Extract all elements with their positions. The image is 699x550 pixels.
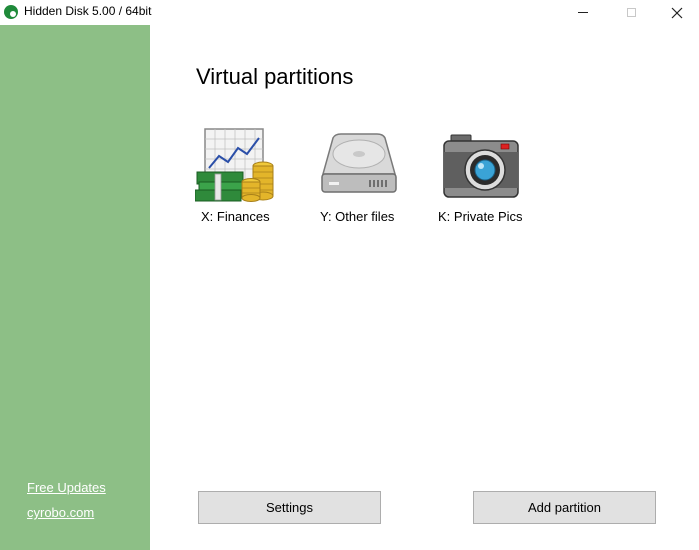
close-icon [671, 7, 683, 18]
app-logo-icon [4, 5, 18, 19]
close-button[interactable] [654, 0, 699, 25]
maximize-icon [626, 8, 636, 17]
finances-chart-money-icon [195, 128, 274, 202]
website-link[interactable]: cyrobo.com [27, 505, 94, 520]
add-partition-button[interactable]: Add partition [473, 491, 656, 524]
settings-button[interactable]: Settings [198, 491, 381, 524]
maximize-button[interactable] [608, 0, 654, 25]
hard-drive-icon [321, 133, 397, 193]
partition-label: X: Finances [201, 209, 270, 224]
page-title: Virtual partitions [196, 64, 354, 89]
partition-label: Y: Other files [320, 209, 395, 224]
sidebar: Free Updates cyrobo.com [0, 25, 150, 550]
minimize-button[interactable] [560, 0, 606, 25]
partition-private-pics[interactable]: K: Private Pics [437, 126, 547, 231]
app-window: Hidden Disk 5.00 / 64bit Free Updates cy… [0, 0, 699, 550]
partition-label: K: Private Pics [438, 209, 523, 224]
partition-other-files[interactable]: Y: Other files [319, 126, 429, 231]
title-bar: Hidden Disk 5.00 / 64bit [0, 0, 699, 25]
camera-icon [443, 134, 519, 198]
partition-finances[interactable]: X: Finances [195, 126, 309, 231]
window-title: Hidden Disk 5.00 / 64bit [24, 4, 152, 18]
minimize-icon [578, 12, 588, 13]
free-updates-link[interactable]: Free Updates [27, 480, 106, 495]
